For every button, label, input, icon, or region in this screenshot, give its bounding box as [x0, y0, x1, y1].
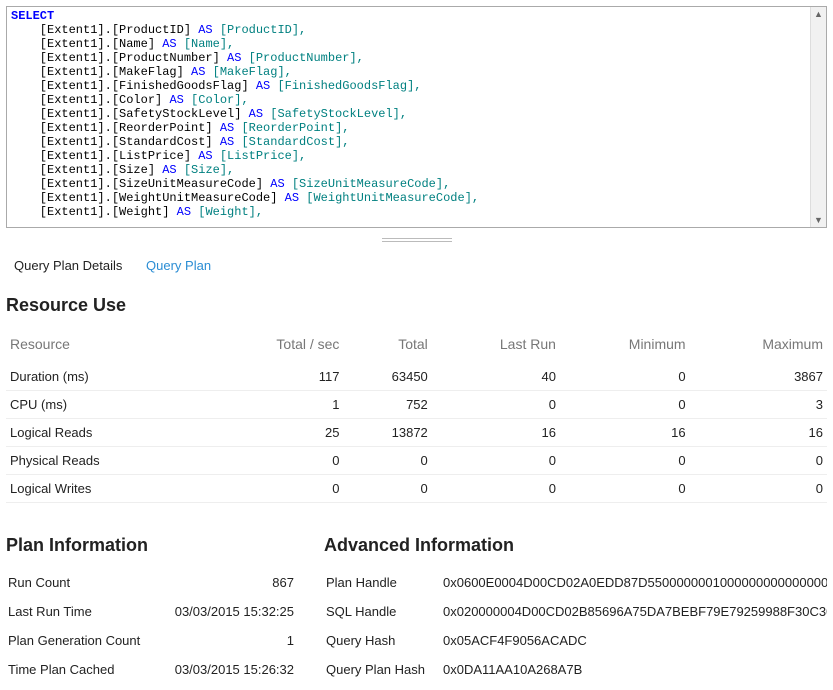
- splitter-handle[interactable]: [382, 238, 452, 242]
- scroll-down-icon[interactable]: ▼: [814, 215, 823, 225]
- cell: 0: [690, 475, 827, 503]
- advanced-info-table: Plan Handle0x0600E0004D00CD02A0EDD87D550…: [324, 568, 827, 684]
- table-row: Query Hash0x05ACF4F9056ACADC: [324, 626, 827, 655]
- table-row: Time Plan Cached03/03/2015 15:26:32: [6, 655, 296, 684]
- col-total-sec: Total / sec: [201, 328, 343, 363]
- table-row: Duration (ms)117634504003867: [6, 363, 827, 391]
- cell: 16: [560, 419, 690, 447]
- cell: 0: [560, 363, 690, 391]
- key: Query Hash: [324, 626, 427, 655]
- cell: Physical Reads: [6, 447, 201, 475]
- cell: Logical Writes: [6, 475, 201, 503]
- cell: 13872: [343, 419, 431, 447]
- table-row: SQL Handle0x020000004D00CD02B85696A75DA7…: [324, 597, 827, 626]
- table-row: Logical Writes00000: [6, 475, 827, 503]
- value: 1: [158, 626, 296, 655]
- cell: 752: [343, 391, 431, 419]
- key: Run Count: [6, 568, 158, 597]
- cell: 0: [560, 391, 690, 419]
- advanced-information-heading: Advanced Information: [324, 535, 827, 556]
- cell: 3867: [690, 363, 827, 391]
- cell: Logical Reads: [6, 419, 201, 447]
- value: 0x0DA11AA10A268A7B: [427, 655, 827, 684]
- key: SQL Handle: [324, 597, 427, 626]
- cell: 63450: [343, 363, 431, 391]
- resource-header-row: Resource Total / sec Total Last Run Mini…: [6, 328, 827, 363]
- table-row: Plan Handle0x0600E0004D00CD02A0EDD87D550…: [324, 568, 827, 597]
- tabs: Query Plan Details Query Plan: [6, 252, 827, 283]
- table-row: Logical Reads2513872161616: [6, 419, 827, 447]
- table-row: Run Count867: [6, 568, 296, 597]
- cell: 0: [201, 475, 343, 503]
- cell: 1: [201, 391, 343, 419]
- col-total: Total: [343, 328, 431, 363]
- cell: 40: [432, 363, 560, 391]
- value: 0x0600E0004D00CD02A0EDD87D55000000010000…: [427, 568, 827, 597]
- plan-info-table: Run Count867Last Run Time03/03/2015 15:3…: [6, 568, 296, 684]
- cell: 16: [432, 419, 560, 447]
- cell: 0: [343, 475, 431, 503]
- key: Plan Handle: [324, 568, 427, 597]
- cell: 117: [201, 363, 343, 391]
- key: Plan Generation Count: [6, 626, 158, 655]
- col-minimum: Minimum: [560, 328, 690, 363]
- table-row: Physical Reads00000: [6, 447, 827, 475]
- cell: 0: [201, 447, 343, 475]
- sql-text[interactable]: SELECT [Extent1].[ProductID] AS [Product…: [7, 7, 826, 221]
- scroll-up-icon[interactable]: ▲: [814, 9, 823, 19]
- table-row: Last Run Time03/03/2015 15:32:25: [6, 597, 296, 626]
- col-last-run: Last Run: [432, 328, 560, 363]
- col-resource: Resource: [6, 328, 201, 363]
- resource-use-heading: Resource Use: [6, 295, 827, 316]
- value: 0x020000004D00CD02B85696A75DA7BEBF79E792…: [427, 597, 827, 626]
- cell: 0: [432, 391, 560, 419]
- plan-information-heading: Plan Information: [6, 535, 296, 556]
- cell: 16: [690, 419, 827, 447]
- table-row: CPU (ms)1752003: [6, 391, 827, 419]
- value: 03/03/2015 15:32:25: [158, 597, 296, 626]
- col-maximum: Maximum: [690, 328, 827, 363]
- cell: 3: [690, 391, 827, 419]
- cell: 0: [560, 475, 690, 503]
- cell: 0: [560, 447, 690, 475]
- cell: 25: [201, 419, 343, 447]
- cell: 0: [690, 447, 827, 475]
- cell: 0: [343, 447, 431, 475]
- table-row: Plan Generation Count1: [6, 626, 296, 655]
- tab-query-plan-details[interactable]: Query Plan Details: [14, 258, 122, 273]
- sql-editor-panel[interactable]: SELECT [Extent1].[ProductID] AS [Product…: [6, 6, 827, 228]
- value: 0x05ACF4F9056ACADC: [427, 626, 827, 655]
- key: Last Run Time: [6, 597, 158, 626]
- value: 867: [158, 568, 296, 597]
- cell: CPU (ms): [6, 391, 201, 419]
- cell: 0: [432, 475, 560, 503]
- table-row: Query Plan Hash0x0DA11AA10A268A7B: [324, 655, 827, 684]
- cell: Duration (ms): [6, 363, 201, 391]
- value: 03/03/2015 15:26:32: [158, 655, 296, 684]
- tab-query-plan[interactable]: Query Plan: [146, 258, 211, 273]
- cell: 0: [432, 447, 560, 475]
- resource-table: Resource Total / sec Total Last Run Mini…: [6, 328, 827, 503]
- key: Query Plan Hash: [324, 655, 427, 684]
- scrollbar-vertical[interactable]: ▲ ▼: [810, 7, 826, 227]
- key: Time Plan Cached: [6, 655, 158, 684]
